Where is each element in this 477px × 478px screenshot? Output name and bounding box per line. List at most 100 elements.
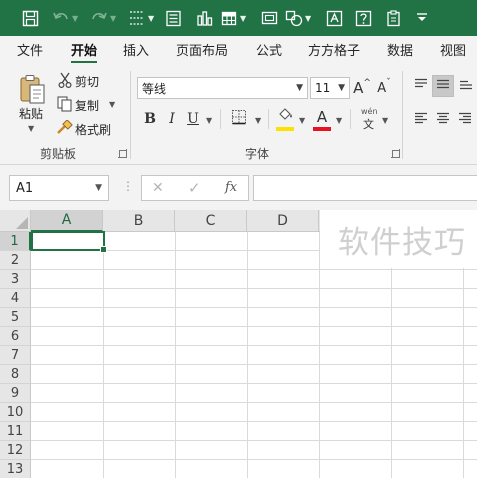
form-icon[interactable] <box>165 8 182 28</box>
tab-insert[interactable]: 插入 <box>123 40 149 59</box>
formula-buttons: ✕ ✓ fx <box>141 175 249 201</box>
font-color-button[interactable]: A <box>311 107 333 127</box>
copy-icon <box>57 96 73 115</box>
chart-icon[interactable] <box>196 8 213 28</box>
font-color-dropdown-icon[interactable]: ▼ <box>336 116 342 125</box>
format-painter-label: 格式刷 <box>75 123 112 137</box>
align-center-button[interactable] <box>433 110 453 130</box>
copy-button[interactable]: 复制 ▼ <box>56 96 120 114</box>
borders-icon[interactable]: ▼ <box>128 8 154 28</box>
formula-bar-grip-icon: ⋮ <box>122 179 134 193</box>
font-size-select[interactable]: 11 ▼ <box>310 77 350 99</box>
row-header[interactable]: 1 <box>0 232 31 251</box>
font-name-dropdown-icon: ▼ <box>296 83 303 93</box>
align-center-icon <box>436 112 450 128</box>
align-left-button[interactable] <box>411 110 431 130</box>
bold-button[interactable]: B <box>140 108 160 130</box>
grid-line <box>31 402 477 403</box>
tab-page-layout[interactable]: 页面布局 <box>176 40 228 59</box>
font-group-label: 字体 <box>245 147 270 161</box>
quick-access-toolbar: ▼ ▼ ▼ ▼ ▼ <box>0 0 477 36</box>
font-separator <box>220 109 221 129</box>
row-header[interactable]: 11 <box>0 422 31 441</box>
shapes-icon[interactable]: ▼ <box>285 8 311 28</box>
align-right-button[interactable] <box>455 110 475 130</box>
row-header[interactable]: 7 <box>0 346 31 365</box>
screenshot-icon[interactable] <box>261 8 278 28</box>
grow-font-button[interactable]: A ^ <box>352 77 372 99</box>
ribbon-tabs: 文件 开始 插入 页面布局 公式 方方格子 数据 视图 <box>0 36 477 64</box>
phonetic-guide-button[interactable]: wén 文 <box>358 107 380 131</box>
row-header[interactable]: 6 <box>0 327 31 346</box>
help-icon[interactable] <box>355 8 373 28</box>
top-align-button[interactable] <box>411 76 431 96</box>
row-header[interactable]: 9 <box>0 384 31 403</box>
borders-dropdown-icon[interactable]: ▼ <box>255 116 261 125</box>
row-header[interactable]: 3 <box>0 270 31 289</box>
clipboard-launcher-icon[interactable] <box>118 149 127 158</box>
borders-button[interactable] <box>228 108 250 130</box>
row-header[interactable]: 12 <box>0 441 31 460</box>
copy-dropdown-icon[interactable]: ▼ <box>109 100 115 109</box>
paste-button[interactable]: 粘贴 ▼ <box>14 71 52 141</box>
cut-button[interactable]: 剪切 <box>56 72 112 90</box>
formula-input[interactable] <box>253 175 477 201</box>
name-box[interactable]: A1 ▼ <box>9 175 109 201</box>
row-header[interactable]: 13 <box>0 460 31 478</box>
select-all-button[interactable] <box>0 210 31 232</box>
shrink-font-button[interactable]: Aˇ <box>374 77 394 99</box>
middle-align-button[interactable] <box>432 75 454 97</box>
group-separator <box>402 71 403 159</box>
table-icon[interactable]: ▼ <box>221 8 246 28</box>
redo-icon[interactable]: ▼ <box>90 8 116 28</box>
name-box-value: A1 <box>16 180 34 196</box>
column-header[interactable]: B <box>103 210 175 232</box>
underline-dropdown-icon[interactable]: ▼ <box>206 116 212 125</box>
grid-line <box>31 307 477 308</box>
copy-label: 复制 <box>75 99 100 113</box>
row-header[interactable]: 10 <box>0 403 31 422</box>
paste-dropdown-icon[interactable]: ▼ <box>28 124 34 133</box>
font-separator <box>268 109 269 129</box>
font-name-select[interactable]: 等线 ▼ <box>137 77 308 99</box>
clipboard-icon[interactable] <box>386 8 402 28</box>
font-color-swatch <box>313 127 331 131</box>
tab-data[interactable]: 数据 <box>387 40 413 59</box>
textbox-icon[interactable] <box>326 8 343 28</box>
paste-icon <box>18 73 48 108</box>
underline-button[interactable]: U <box>183 108 203 130</box>
cancel-button[interactable]: ✕ <box>152 180 164 196</box>
fill-color-button[interactable] <box>274 107 296 127</box>
phonetic-dropdown-icon[interactable]: ▼ <box>382 116 388 125</box>
grid-line <box>31 364 477 365</box>
format-painter-button[interactable]: 格式刷 <box>56 119 116 138</box>
undo-icon[interactable]: ▼ <box>52 8 78 28</box>
save-icon[interactable] <box>22 8 39 28</box>
font-launcher-icon[interactable] <box>391 149 400 158</box>
row-header[interactable]: 8 <box>0 365 31 384</box>
tab-formulas[interactable]: 公式 <box>256 40 282 59</box>
row-header[interactable]: 5 <box>0 308 31 327</box>
insert-function-button[interactable]: fx <box>225 180 237 195</box>
customize-icon[interactable] <box>416 8 428 28</box>
active-cell[interactable] <box>31 231 107 253</box>
tab-view[interactable]: 视图 <box>440 40 466 59</box>
column-header[interactable]: C <box>175 210 247 232</box>
formula-bar: A1 ▼ ⋮ ✕ ✓ fx <box>0 165 477 210</box>
tab-fangfang-grid[interactable]: 方方格子 <box>308 40 360 59</box>
grid-line <box>31 345 477 346</box>
name-box-dropdown-icon: ▼ <box>95 183 102 193</box>
tab-file[interactable]: 文件 <box>17 40 43 59</box>
italic-icon: I <box>169 111 175 127</box>
grid-line <box>31 383 477 384</box>
enter-button[interactable]: ✓ <box>188 179 201 197</box>
fill-color-dropdown-icon[interactable]: ▼ <box>299 116 305 125</box>
column-header[interactable]: D <box>247 210 319 232</box>
row-header[interactable]: 4 <box>0 289 31 308</box>
column-header[interactable]: A <box>31 210 103 232</box>
tab-home[interactable]: 开始 <box>71 40 98 64</box>
row-header[interactable]: 2 <box>0 251 31 270</box>
italic-button[interactable]: I <box>162 108 182 130</box>
bottom-align-button[interactable] <box>456 76 476 96</box>
shrink-font-icon: A <box>377 80 387 96</box>
